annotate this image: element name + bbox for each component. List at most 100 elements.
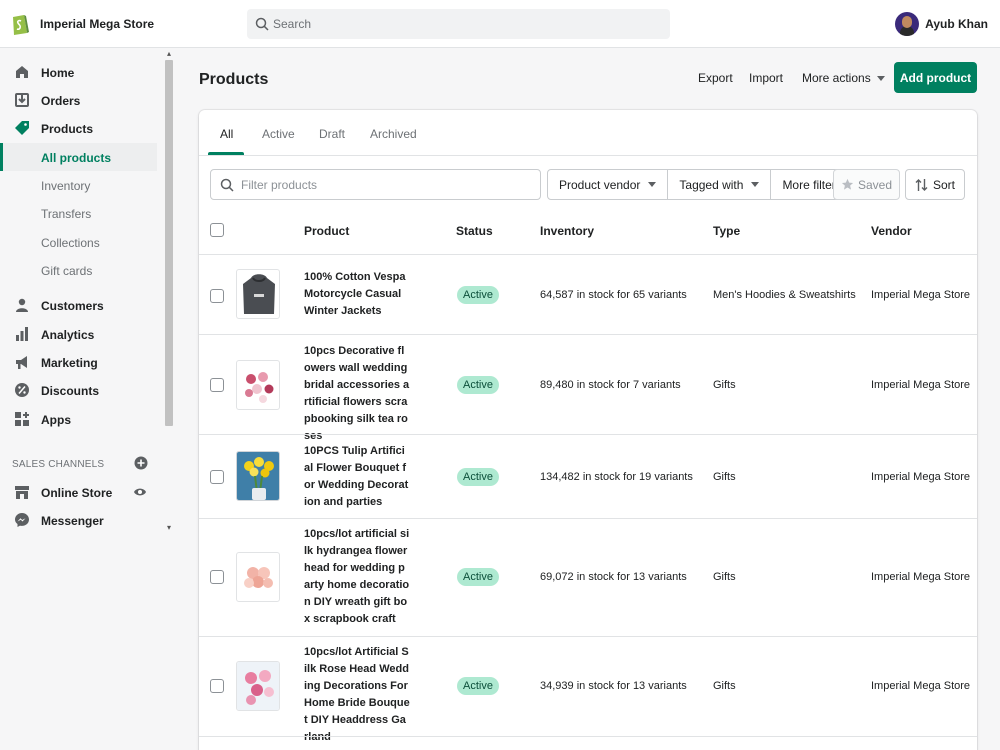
status-badge: Active bbox=[457, 376, 499, 394]
tab-draft[interactable]: Draft bbox=[319, 127, 345, 141]
select-all-checkbox[interactable] bbox=[210, 223, 224, 237]
column-header-product[interactable]: Product bbox=[304, 224, 349, 238]
more-actions-label: More actions bbox=[802, 71, 871, 85]
sidebar-item-all-products[interactable]: All products bbox=[0, 143, 157, 171]
star-icon bbox=[841, 178, 854, 190]
sidebar-item-apps[interactable]: Apps bbox=[0, 405, 160, 433]
sort-button[interactable]: Sort bbox=[905, 169, 965, 200]
product-thumbnail[interactable] bbox=[236, 552, 280, 602]
vendor-cell: Imperial Mega Store bbox=[871, 471, 971, 483]
search-input[interactable]: Search bbox=[247, 9, 670, 39]
sidebar-item-label: Marketing bbox=[41, 356, 98, 370]
sidebar-item-orders[interactable]: Orders bbox=[0, 86, 160, 114]
more-actions-button[interactable]: More actions bbox=[802, 71, 885, 85]
tab-archived[interactable]: Archived bbox=[370, 127, 417, 141]
sidebar-item-label: Transfers bbox=[41, 207, 92, 221]
row-checkbox[interactable] bbox=[210, 570, 224, 584]
product-thumbnail[interactable] bbox=[236, 269, 280, 319]
product-vendor-button[interactable]: Product vendor bbox=[548, 170, 669, 199]
sidebar-item-marketing[interactable]: Marketing bbox=[0, 348, 160, 376]
inventory-cell: 69,072 in stock for 13 variants bbox=[540, 571, 687, 583]
row-checkbox[interactable] bbox=[210, 679, 224, 693]
apps-icon bbox=[15, 412, 29, 426]
type-cell: Gifts bbox=[713, 680, 736, 692]
product-thumbnail[interactable] bbox=[236, 360, 280, 410]
tulips-image bbox=[237, 452, 279, 500]
person-icon bbox=[16, 298, 28, 312]
product-thumbnail[interactable] bbox=[236, 451, 280, 501]
store-name[interactable]: Imperial Mega Store bbox=[40, 17, 154, 31]
product-thumbnail[interactable] bbox=[236, 661, 280, 711]
row-checkbox[interactable] bbox=[210, 289, 224, 303]
divider bbox=[199, 254, 977, 255]
type-cell: Gifts bbox=[713, 471, 736, 483]
sidebar-item-label: Apps bbox=[41, 413, 71, 427]
top-bar: Imperial Mega Store Search Ayub Khan bbox=[0, 0, 1000, 48]
sidebar-item-collections[interactable]: Collections bbox=[0, 228, 160, 256]
sidebar-item-discounts[interactable]: Discounts bbox=[0, 376, 160, 404]
vendor-cell: Imperial Mega Store bbox=[871, 289, 971, 301]
sidebar-item-label: All products bbox=[41, 151, 112, 165]
product-name[interactable]: 10PCS Tulip Artificial Flower Bouquet fo… bbox=[304, 443, 410, 511]
divider bbox=[199, 636, 977, 637]
row-checkbox[interactable] bbox=[210, 470, 224, 484]
sort-label: Sort bbox=[932, 177, 955, 192]
import-button[interactable]: Import bbox=[749, 71, 783, 85]
sidebar-item-label: Gift cards bbox=[41, 264, 93, 278]
tagged-with-label: Tagged with bbox=[679, 177, 744, 192]
scroll-down-arrow-icon[interactable]: ▾ bbox=[165, 524, 173, 532]
sidebar-item-customers[interactable]: Customers bbox=[0, 291, 160, 319]
sidebar-item-label: Orders bbox=[41, 94, 81, 108]
tab-all[interactable]: All bbox=[220, 127, 233, 141]
tab-active[interactable]: Active bbox=[262, 127, 295, 141]
status-badge: Active bbox=[457, 568, 499, 586]
user-menu[interactable]: Ayub Khan bbox=[895, 11, 988, 37]
scroll-thumb[interactable] bbox=[165, 60, 173, 426]
sidebar-item-analytics[interactable]: Analytics bbox=[0, 320, 160, 348]
column-header-vendor[interactable]: Vendor bbox=[871, 224, 912, 238]
sidebar-item-label: Products bbox=[41, 122, 94, 136]
product-name[interactable]: 10pcs/lot Artificial Silk Rose Head Wedd… bbox=[304, 644, 410, 746]
inventory-cell: 89,480 in stock for 7 variants bbox=[540, 379, 681, 391]
product-name[interactable]: 10pcs/lot artificial silk hydrangea flow… bbox=[304, 526, 410, 628]
product-vendor-label: Product vendor bbox=[559, 177, 641, 192]
column-header-type[interactable]: Type bbox=[713, 224, 740, 238]
type-cell: Gifts bbox=[713, 571, 736, 583]
filter-products-input[interactable]: Filter products bbox=[210, 169, 541, 200]
product-name[interactable]: 10pcs Decorative flowers wall wedding br… bbox=[304, 343, 410, 445]
product-name[interactable]: 100% Cotton Vespa Motorcycle Casual Wint… bbox=[304, 269, 410, 320]
column-header-inventory[interactable]: Inventory bbox=[540, 224, 594, 238]
column-header-status[interactable]: Status bbox=[456, 224, 493, 238]
sidebar-item-label: Analytics bbox=[41, 328, 95, 342]
page-title: Products bbox=[199, 71, 269, 88]
type-cell: Men's Hoodies & Sweatshirts bbox=[713, 289, 856, 301]
sidebar-item-label: Discounts bbox=[41, 384, 100, 398]
products-card: All Active Draft Archived Filter product… bbox=[199, 110, 977, 750]
inventory-cell: 134,482 in stock for 19 variants bbox=[540, 471, 693, 483]
sidebar-item-messenger[interactable]: Messenger bbox=[0, 506, 160, 534]
scroll-up-arrow-icon[interactable]: ▴ bbox=[165, 50, 173, 58]
messenger-icon bbox=[15, 513, 29, 527]
search-placeholder: Search bbox=[273, 17, 312, 31]
add-product-button[interactable]: Add product bbox=[894, 62, 977, 93]
sidebar-item-gift-cards[interactable]: Gift cards bbox=[0, 256, 160, 284]
sidebar-item-transfers[interactable]: Transfers bbox=[0, 199, 160, 227]
sidebar-item-home[interactable]: Home bbox=[0, 58, 160, 86]
tagged-with-button[interactable]: Tagged with bbox=[668, 170, 772, 199]
sidebar-scrollbar[interactable]: ▴ ▾ bbox=[162, 48, 176, 538]
add-channel-icon[interactable] bbox=[134, 456, 148, 470]
inventory-cell: 34,939 in stock for 13 variants bbox=[540, 680, 687, 692]
megaphone-icon bbox=[16, 356, 27, 369]
shopify-logo-icon[interactable] bbox=[10, 12, 30, 36]
silk-rose-image bbox=[237, 662, 279, 710]
tag-icon bbox=[15, 121, 29, 135]
eye-icon[interactable] bbox=[133, 485, 147, 499]
row-checkbox[interactable] bbox=[210, 378, 224, 392]
home-icon bbox=[16, 66, 28, 78]
search-icon bbox=[255, 17, 269, 31]
sidebar-item-online-store[interactable]: Online Store bbox=[0, 478, 160, 506]
sidebar-item-inventory[interactable]: Inventory bbox=[0, 171, 160, 199]
saved-button[interactable]: Saved bbox=[833, 169, 900, 200]
export-button[interactable]: Export bbox=[698, 71, 733, 85]
sidebar-item-products[interactable]: Products bbox=[0, 114, 160, 142]
